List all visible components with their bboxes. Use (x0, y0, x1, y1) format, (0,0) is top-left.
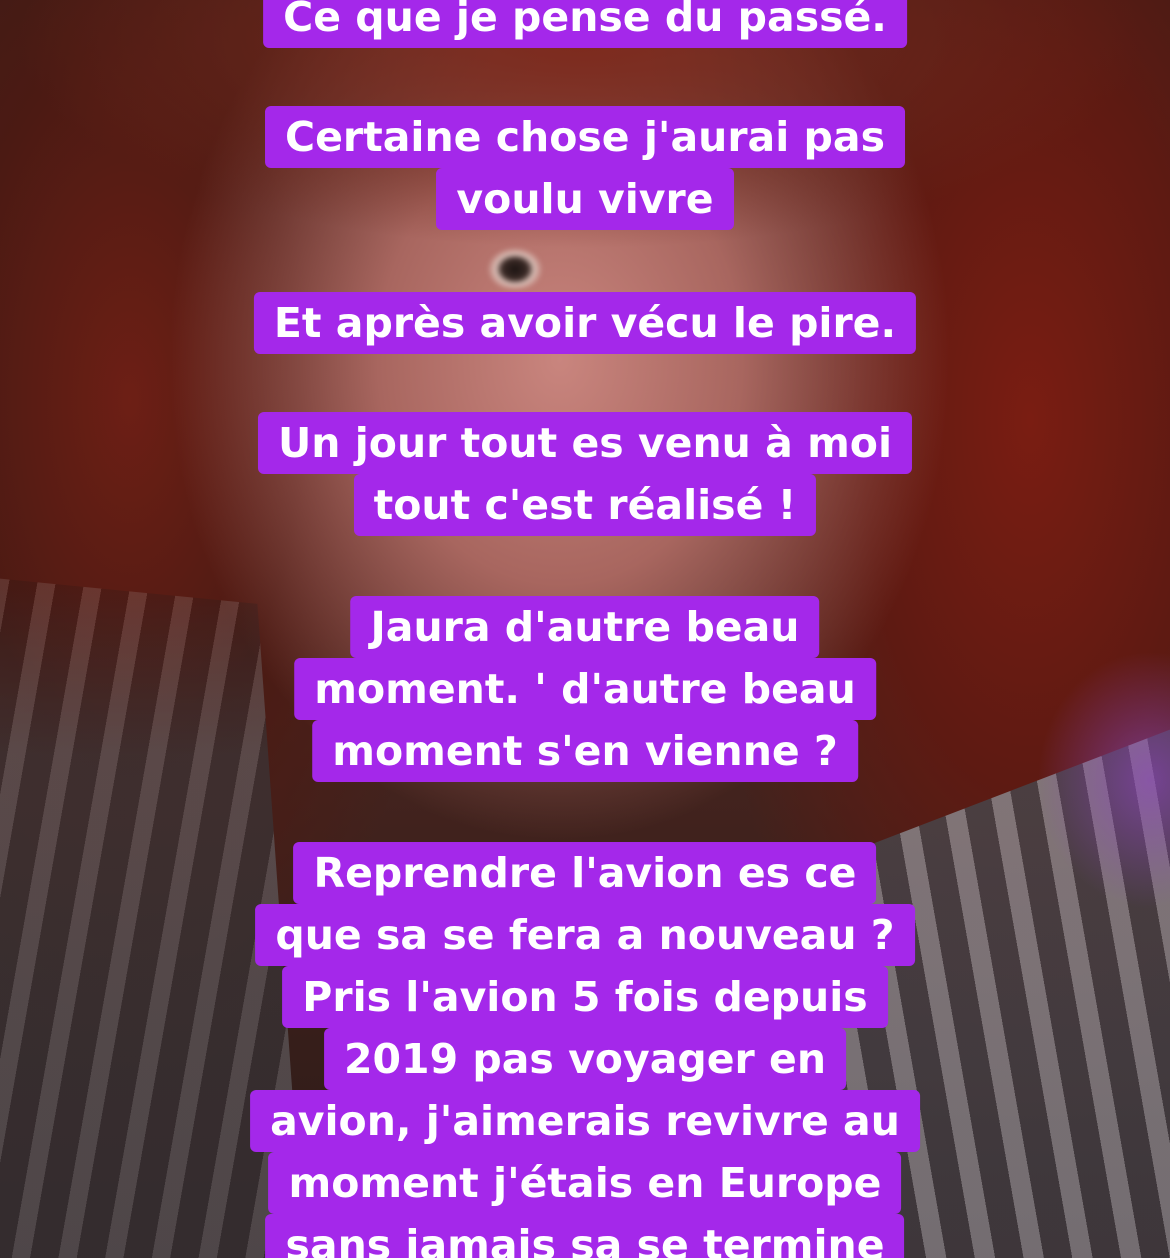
caption-block-2: Certaine chose j'aurai pas voulu vivre (265, 106, 905, 230)
caption-line: Un jour tout es venu à moi (257, 412, 913, 474)
caption-line: Reprendre l'avion es ce (293, 842, 877, 904)
caption-line: Jaura d'autre beau (350, 596, 820, 658)
caption-line: que sa se fera a nouveau ? (255, 904, 915, 966)
caption-block-3: Et après avoir vécu le pire. (253, 292, 917, 354)
caption-line: Pris l'avion 5 fois depuis (282, 966, 888, 1028)
caption-line: moment. ' d'autre beau (294, 658, 876, 720)
caption-line: Et après avoir vécu le pire. (253, 292, 917, 354)
caption-line: avion, j'aimerais revivre au (250, 1090, 920, 1152)
caption-line: Ce que je pense du passé. (263, 0, 907, 48)
caption-line: 2019 pas voyager en (323, 1028, 847, 1090)
caption-line: tout c'est réalisé ! (353, 474, 817, 536)
caption-block-5: Jaura d'autre beau moment. ' d'autre bea… (294, 596, 876, 782)
caption-block-6: Reprendre l'avion es ce que sa se fera a… (250, 842, 920, 1258)
caption-overlay: Ce que je pense du passé. Certaine chose… (0, 0, 1170, 1258)
caption-block-4: Un jour tout es venu à moi tout c'est ré… (257, 412, 913, 536)
caption-line: voulu vivre (436, 168, 734, 230)
caption-line: moment j'étais en Europe (268, 1152, 902, 1214)
caption-line: Certaine chose j'aurai pas (265, 106, 905, 168)
caption-line: moment s'en vienne ? (312, 720, 858, 782)
caption-line: sans jamais sa se termine (265, 1214, 905, 1258)
caption-block-1: Ce que je pense du passé. (263, 0, 907, 48)
